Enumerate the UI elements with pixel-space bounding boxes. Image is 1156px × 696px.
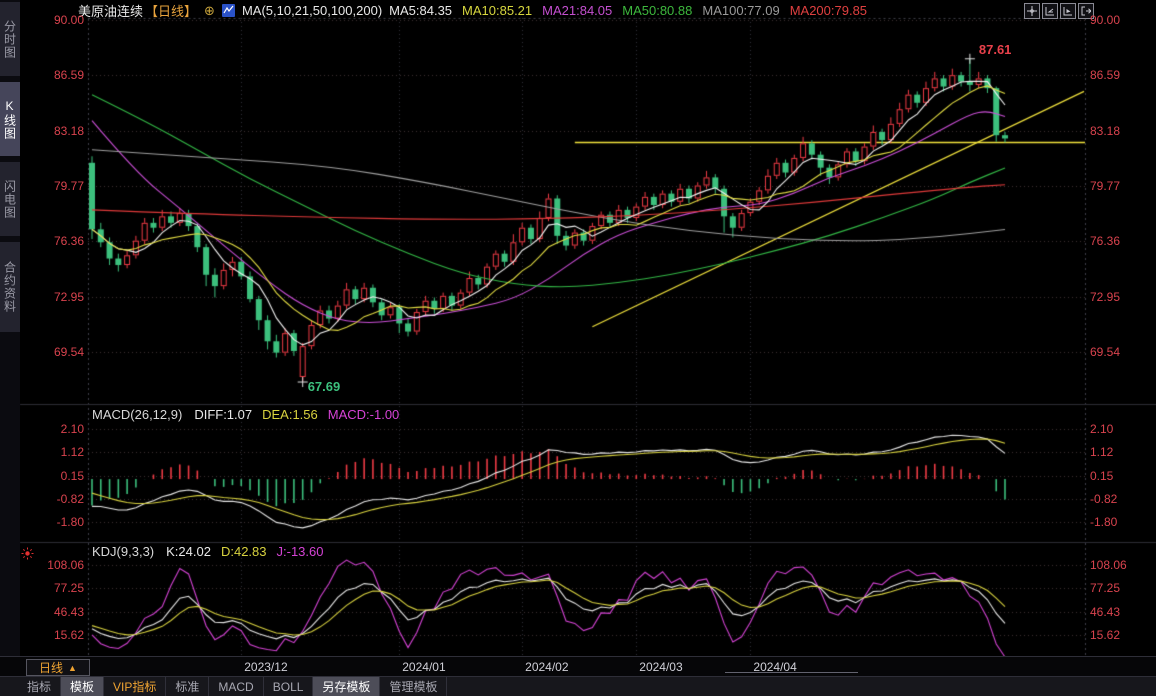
x-axis-tick: 2023/12 bbox=[244, 660, 288, 674]
chevron-up-icon: ▲ bbox=[68, 662, 77, 673]
macd-pane-header: MACD(26,12,9) DIFF:1.07 DEA:1.56 MACD:-1.0… bbox=[92, 407, 399, 422]
y-axis-tick-left: 90.00 bbox=[53, 13, 84, 27]
y-axis-tick-left: 108.06 bbox=[47, 558, 84, 572]
y-axis-tick-left: 46.43 bbox=[53, 604, 84, 619]
chart-type-sidebar: 分时图 K线图闪电图合约资料 bbox=[0, 0, 20, 656]
kdj-values: K:24.02 D:42.83 J:-13.60 bbox=[166, 544, 323, 559]
y-axis-tick-left: 72.95 bbox=[53, 289, 84, 304]
macd-title: MACD(26,12,9) bbox=[92, 407, 183, 422]
ma-value-5: MA200:79.85 bbox=[789, 2, 868, 18]
ma-value-0: MA5:84.35 bbox=[389, 2, 453, 18]
y-axis-tick-right: 86.59 bbox=[1090, 68, 1121, 83]
y-axis-tick-right: 69.54 bbox=[1090, 345, 1121, 359]
bottom-tab-3[interactable]: 标准 bbox=[166, 677, 210, 696]
x-axis-tick: 2024/01 bbox=[402, 660, 446, 674]
y-axis-tick-right: -0.82 bbox=[1090, 491, 1118, 506]
bottom-tab-4[interactable]: MACD bbox=[209, 677, 264, 696]
y-axis-tick-left: 69.54 bbox=[53, 345, 84, 359]
candlestick-chart-canvas[interactable] bbox=[0, 0, 1156, 696]
ma-value-4: MA100:77.09 bbox=[702, 2, 780, 18]
y-axis-tick-right: 0.15 bbox=[1090, 468, 1114, 483]
y-axis-tick-right: 15.62 bbox=[1090, 628, 1121, 642]
crosshair-tool-icon[interactable] bbox=[1024, 3, 1040, 19]
y-axis-tick-left: 76.36 bbox=[53, 234, 84, 249]
bottom-tab-0[interactable]: 指标 bbox=[18, 677, 62, 696]
macd-value-0: DIFF:1.07 bbox=[194, 407, 253, 422]
ma-value-2: MA21:84.05 bbox=[542, 2, 613, 18]
time-axis: 日线 ▲ 2023/12 2024/01 2024/02 2024/03 2024/04 bbox=[0, 656, 1156, 677]
sidebar-item-lightning[interactable]: 闪电图 bbox=[0, 162, 20, 236]
chart-header: 美原油连续 【日线】 ⊕ MA(5,10,21,50,100,200) MA5:… bbox=[78, 2, 867, 19]
y-axis-tick-left: 86.59 bbox=[53, 68, 84, 83]
period-selector-label: 日线 bbox=[39, 661, 64, 675]
expand-time-axis-icon[interactable] bbox=[1060, 3, 1076, 19]
ma-params-label: MA(5,10,21,50,100,200) bbox=[241, 2, 383, 18]
high-price-annotation: 87.61 bbox=[978, 41, 1012, 57]
bottom-tab-7[interactable]: 管理模板 bbox=[380, 677, 448, 696]
kdj-title: KDJ(9,3,3) bbox=[92, 544, 155, 559]
y-axis-tick-right: 79.77 bbox=[1090, 179, 1121, 193]
y-axis-tick-left: 2.10 bbox=[60, 422, 84, 436]
y-axis-tick-right: 90.00 bbox=[1090, 13, 1121, 27]
ma-values: MA5:84.35 MA10:85.21 MA21:84.05 MA50:80.88 M… bbox=[389, 3, 867, 18]
y-axis-tick-right: 2.10 bbox=[1090, 422, 1114, 436]
y-axis-tick-right: 72.95 bbox=[1090, 289, 1121, 304]
macd-value-1: DEA:1.56 bbox=[262, 407, 318, 422]
period-selector[interactable]: 日线 ▲ bbox=[26, 659, 90, 676]
expand-indicator-icon[interactable]: ⊕ bbox=[204, 4, 215, 17]
y-axis-tick-left: 1.12 bbox=[60, 445, 84, 460]
x-axis-tick: 2024/02 bbox=[525, 660, 569, 674]
bottom-tab-6[interactable]: 另存模板 bbox=[313, 677, 381, 696]
template-tab-bar: 指标 模板 VIP指标 标准 MACD BOLL 另存模板 管理模板 bbox=[0, 677, 1156, 696]
y-axis-tick-left: 0.15 bbox=[60, 468, 84, 483]
macd-values: DIFF:1.07 DEA:1.56 MACD:-1.00 bbox=[194, 407, 399, 422]
sidebar-item-kline[interactable]: K线图 bbox=[0, 82, 20, 156]
y-axis-tick-right: 46.43 bbox=[1090, 604, 1121, 619]
period-tag: 【日线】 bbox=[145, 3, 198, 19]
low-price-annotation: 67.69 bbox=[307, 379, 341, 395]
kdj-value-0: K:24.02 bbox=[166, 544, 211, 559]
y-axis-tick-left: 79.77 bbox=[53, 179, 84, 193]
x-axis-tick: 2024/03 bbox=[639, 660, 683, 674]
ma-value-3: MA50:80.88 bbox=[622, 2, 693, 18]
y-axis-tick-left: -0.82 bbox=[56, 491, 84, 506]
y-axis-tick-right: 76.36 bbox=[1090, 234, 1121, 249]
y-axis-tick-left: 77.25 bbox=[53, 581, 84, 596]
y-axis-tick-right: 83.18 bbox=[1090, 123, 1121, 138]
chart-toolbar bbox=[1024, 3, 1094, 19]
y-axis-tick-left: 15.62 bbox=[53, 628, 84, 642]
mini-chart-icon bbox=[221, 3, 235, 17]
kdj-value-2: J:-13.60 bbox=[276, 544, 324, 559]
y-axis-tick-left: -1.80 bbox=[56, 515, 84, 530]
bottom-tab-1[interactable]: 模板 bbox=[61, 677, 105, 696]
y-axis-tick-right: -1.80 bbox=[1090, 515, 1118, 530]
sidebar-item-contract-info[interactable]: 合约资料 bbox=[0, 242, 20, 332]
y-axis-tick-right: 108.06 bbox=[1090, 558, 1127, 572]
shrink-time-axis-icon[interactable] bbox=[1042, 3, 1058, 19]
kdj-pane-header: KDJ(9,3,3) K:24.02 D:42.83 J:-13.60 bbox=[92, 544, 324, 559]
chart-window: 分时图 K线图闪电图合约资料 美原油连续 【日线】 ⊕ MA(5,10,21,50… bbox=[0, 0, 1156, 696]
symbol-title: 美原油连续 bbox=[78, 3, 144, 19]
bottom-tab-2[interactable]: VIP指标 bbox=[104, 677, 167, 696]
bottom-tab-5[interactable]: BOLL bbox=[264, 677, 314, 696]
macd-value-2: MACD:-1.00 bbox=[327, 407, 400, 422]
kdj-value-1: D:42.83 bbox=[220, 544, 267, 559]
y-axis-tick-right: 77.25 bbox=[1090, 581, 1121, 596]
y-axis-tick-left: 83.18 bbox=[53, 123, 84, 138]
y-axis-tick-right: 1.12 bbox=[1090, 445, 1114, 460]
sidebar-item-timeshare[interactable]: 分时图 bbox=[0, 2, 20, 76]
time-scrollbar[interactable] bbox=[725, 672, 858, 673]
ma-value-1: MA10:85.21 bbox=[462, 2, 533, 18]
